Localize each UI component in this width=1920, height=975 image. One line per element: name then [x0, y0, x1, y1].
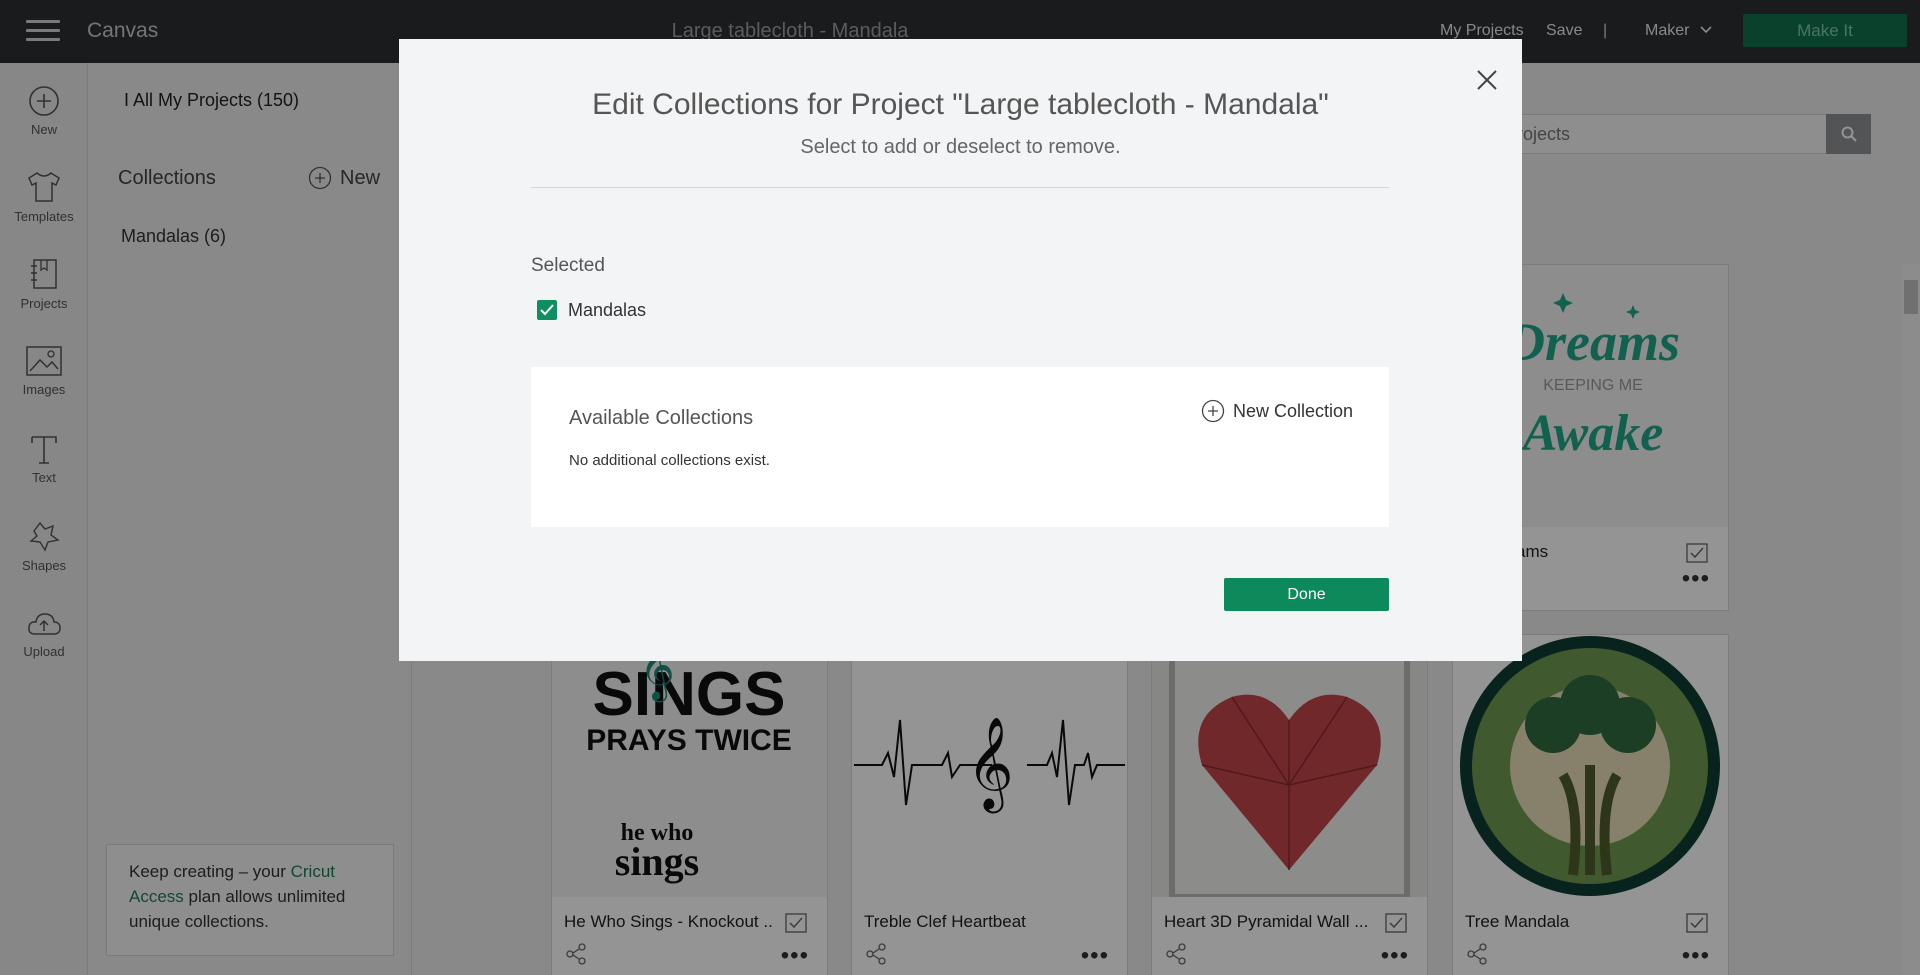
available-empty-text: No additional collections exist.: [569, 452, 770, 469]
selected-collection-label[interactable]: Mandalas: [568, 300, 646, 321]
edit-collections-modal: Edit Collections for Project "Large tabl…: [399, 39, 1522, 661]
done-button[interactable]: Done: [1224, 578, 1389, 611]
divider: [531, 187, 1389, 188]
selected-title: Selected: [531, 255, 605, 276]
mandalas-checkbox[interactable]: [537, 300, 557, 320]
plus-circle-icon: [1201, 399, 1225, 423]
new-collection-label: New Collection: [1233, 400, 1354, 421]
modal-title: Edit Collections for Project "Large tabl…: [592, 88, 1329, 121]
check-icon: [540, 304, 554, 316]
modal-subtitle: Select to add or deselect to remove.: [800, 136, 1121, 158]
available-title: Available Collections: [569, 407, 754, 429]
new-collection-button[interactable]: New Collection: [1201, 399, 1353, 423]
available-collections-panel: Available Collections No additional coll…: [531, 367, 1389, 527]
